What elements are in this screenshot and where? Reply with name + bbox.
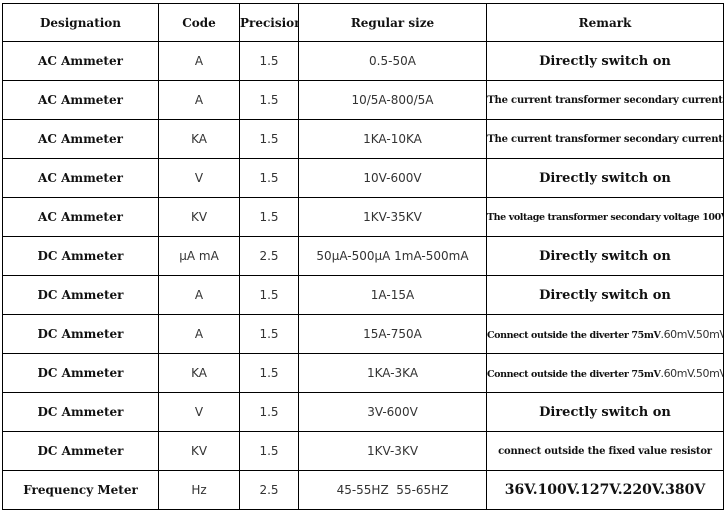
table-row: Frequency Meter Hz 2.5 45-55HZ 55-65HZ 3… bbox=[2, 470, 724, 510]
header-precision: Precision bbox=[239, 3, 299, 42]
code-cell: A bbox=[158, 314, 240, 354]
precision-cell: 1.5 bbox=[239, 392, 299, 432]
regular-size-cell: 10V-600V bbox=[298, 158, 487, 198]
code-cell: V bbox=[158, 158, 240, 198]
code-cell: KV bbox=[158, 431, 240, 471]
table-row: AC Ammeter A 1.5 0.5-50A Directly switch… bbox=[2, 41, 724, 81]
remark-thin-text: .60mV.50mV bbox=[660, 327, 724, 341]
remark-cell: Directly switch on bbox=[486, 158, 724, 198]
table-row: AC Ammeter KA 1.5 1KA-10KA The current t… bbox=[2, 119, 724, 159]
regular-size-cell: 1KV-3KV bbox=[298, 431, 487, 471]
code-cell: V bbox=[158, 392, 240, 432]
designation-cell: AC Ammeter bbox=[2, 158, 159, 198]
table-row: DC Ammeter μA mA 2.5 50μA-500μA 1mA-500m… bbox=[2, 236, 724, 276]
regular-size-cell: 10/5A-800/5A bbox=[298, 80, 487, 120]
precision-cell: 1.5 bbox=[239, 41, 299, 81]
designation-cell: DC Ammeter bbox=[2, 392, 159, 432]
precision-cell: 2.5 bbox=[239, 470, 299, 510]
table-row: DC Ammeter KA 1.5 1KA-3KA Connect outsid… bbox=[2, 353, 724, 393]
remark-cell: Directly switch on bbox=[486, 392, 724, 432]
table-row: DC Ammeter KV 1.5 1KV-3KV connect outsid… bbox=[2, 431, 724, 471]
designation-cell: DC Ammeter bbox=[2, 236, 159, 276]
regular-size-cell: 1KA-3KA bbox=[298, 353, 487, 393]
remark-cell: Connect outside the diverter 75mV.60mV.5… bbox=[486, 314, 724, 354]
designation-cell: DC Ammeter bbox=[2, 275, 159, 315]
table-row: DC Ammeter V 1.5 3V-600V Directly switch… bbox=[2, 392, 724, 432]
table-row: AC Ammeter A 1.5 10/5A-800/5A The curren… bbox=[2, 80, 724, 120]
code-cell: A bbox=[158, 275, 240, 315]
precision-cell: 1.5 bbox=[239, 80, 299, 120]
header-row: Designation Code Precision Regular size … bbox=[2, 3, 724, 42]
regular-size-cell: 3V-600V bbox=[298, 392, 487, 432]
designation-cell: AC Ammeter bbox=[2, 41, 159, 81]
precision-cell: 1.5 bbox=[239, 158, 299, 198]
designation-cell: AC Ammeter bbox=[2, 80, 159, 120]
remark-cell: Connect outside the diverter 75mV.60mV.5… bbox=[486, 353, 724, 393]
code-cell: KV bbox=[158, 197, 240, 237]
remark-cell: The voltage transformer secondary voltag… bbox=[486, 197, 724, 237]
designation-cell: DC Ammeter bbox=[2, 431, 159, 471]
table-row: AC Ammeter KV 1.5 1KV-35KV The voltage t… bbox=[2, 197, 724, 237]
remark-thin-text: .60mV.50mV bbox=[660, 366, 724, 380]
designation-cell: AC Ammeter bbox=[2, 197, 159, 237]
code-cell: KA bbox=[158, 119, 240, 159]
regular-size-cell: 1A-15A bbox=[298, 275, 487, 315]
regular-size-cell: 0.5-50A bbox=[298, 41, 487, 81]
remark-cell: Directly switch on bbox=[486, 236, 724, 276]
precision-cell: 1.5 bbox=[239, 119, 299, 159]
regular-size-cell: 15A-750A bbox=[298, 314, 487, 354]
remark-cell: Directly switch on bbox=[486, 41, 724, 81]
precision-cell: 1.5 bbox=[239, 431, 299, 471]
remark-cell: The current transformer secondary curren… bbox=[486, 119, 724, 159]
regular-size-cell: 50μA-500μA 1mA-500mA bbox=[298, 236, 487, 276]
precision-cell: 1.5 bbox=[239, 314, 299, 354]
code-cell: μA mA bbox=[158, 236, 240, 276]
regular-size-cell: 1KA-10KA bbox=[298, 119, 487, 159]
code-cell: A bbox=[158, 41, 240, 81]
remark-bold-text: Connect outside the diverter 75mV bbox=[487, 368, 661, 380]
header-designation: Designation bbox=[2, 3, 159, 42]
header-remark: Remark bbox=[486, 3, 724, 42]
code-cell: A bbox=[158, 80, 240, 120]
designation-cell: DC Ammeter bbox=[2, 314, 159, 354]
remark-cell: Directly switch on bbox=[486, 275, 724, 315]
specification-table: Designation Code Precision Regular size … bbox=[2, 3, 724, 510]
remark-cell: The current transformer secondary curren… bbox=[486, 80, 724, 120]
remark-bold-text: Connect outside the diverter 75mV bbox=[487, 329, 661, 341]
table-row: DC Ammeter A 1.5 1A-15A Directly switch … bbox=[2, 275, 724, 315]
header-regular-size: Regular size bbox=[298, 3, 487, 42]
designation-cell: AC Ammeter bbox=[2, 119, 159, 159]
code-cell: KA bbox=[158, 353, 240, 393]
designation-cell: Frequency Meter bbox=[2, 470, 159, 510]
remark-cell: connect outside the fixed value resistor bbox=[486, 431, 724, 471]
precision-cell: 2.5 bbox=[239, 236, 299, 276]
code-cell: Hz bbox=[158, 470, 240, 510]
precision-cell: 1.5 bbox=[239, 197, 299, 237]
table-row: DC Ammeter A 1.5 15A-750A Connect outsid… bbox=[2, 314, 724, 354]
remark-cell: 36V.100V.127V.220V.380V bbox=[486, 470, 724, 510]
regular-size-cell: 1KV-35KV bbox=[298, 197, 487, 237]
header-code: Code bbox=[158, 3, 240, 42]
precision-cell: 1.5 bbox=[239, 353, 299, 393]
designation-cell: DC Ammeter bbox=[2, 353, 159, 393]
table-row: AC Ammeter V 1.5 10V-600V Directly switc… bbox=[2, 158, 724, 198]
precision-cell: 1.5 bbox=[239, 275, 299, 315]
regular-size-cell: 45-55HZ 55-65HZ bbox=[298, 470, 487, 510]
